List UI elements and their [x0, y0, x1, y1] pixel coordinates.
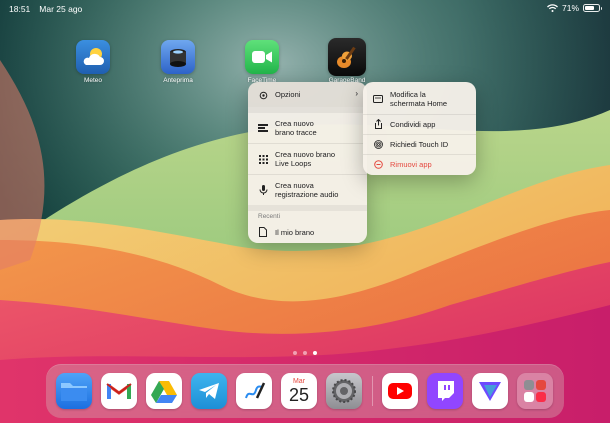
dock-files[interactable] — [56, 373, 92, 409]
submenu-item-remove-app[interactable]: Rimuovi app — [363, 155, 476, 174]
submenu-edit-home-line1: Modifica la — [390, 90, 426, 99]
app-meteo[interactable] — [76, 40, 110, 74]
status-bar: 18:51 Mar 25 ago 71% — [0, 0, 610, 18]
menu-item-new-audio-recording[interactable]: Crea nuova registrazione audio — [248, 175, 367, 205]
youtube-icon — [388, 383, 412, 399]
menu-item-new-live-loops-line2: Live Loops — [275, 159, 312, 168]
files-icon — [61, 383, 87, 401]
microphone-icon — [258, 185, 268, 195]
menu-item-new-tracks-line2: brano tracce — [275, 128, 317, 137]
menu-item-new-live-loops[interactable]: Crea nuovo brano Live Loops — [248, 144, 367, 174]
wifi-icon — [547, 4, 558, 12]
share-icon — [373, 119, 383, 129]
app-library-icon — [524, 380, 546, 402]
menu-item-new-audio-line1: Crea nuova — [275, 181, 314, 190]
dock: Mar 25 — [46, 364, 564, 418]
garageband-icon — [337, 46, 356, 68]
gear-icon — [258, 90, 268, 100]
chevron-right-icon: › — [355, 89, 358, 98]
submenu-remove-app-label: Rimuovi app — [390, 160, 432, 169]
battery-icon — [583, 4, 602, 12]
menu-item-recent-song[interactable]: Il mio brano — [248, 223, 367, 241]
menu-item-options-label: Opzioni — [275, 90, 301, 99]
weather-icon — [83, 48, 104, 65]
submenu-item-touch-id[interactable]: Richiedi Touch ID — [363, 135, 476, 154]
vpn-icon — [479, 382, 501, 401]
calendar-day: 25 — [288, 384, 310, 405]
fingerprint-icon — [373, 139, 383, 149]
menu-item-recent-song-label: Il mio brano — [275, 228, 315, 237]
app-meteo-label: Meteo — [83, 77, 103, 84]
dock-google-drive[interactable] — [146, 373, 182, 409]
dock-youtube[interactable] — [382, 373, 418, 409]
menu-item-new-audio-line2: registrazione audio — [275, 190, 339, 199]
menu-item-new-live-loops-line1: Crea nuovo brano — [275, 150, 336, 159]
submenu-touch-id-label: Richiedi Touch ID — [390, 140, 449, 149]
page-indicator[interactable] — [293, 351, 317, 355]
submenu-share-label: Condividi app — [390, 120, 436, 129]
page-dot-current — [313, 351, 317, 355]
dock-telegram[interactable] — [191, 373, 227, 409]
gmail-icon — [106, 383, 132, 399]
dock-divider — [372, 376, 373, 406]
app-garageband[interactable] — [328, 38, 366, 76]
google-drive-icon — [151, 381, 177, 403]
dock-gmail[interactable] — [101, 373, 137, 409]
twitch-icon — [438, 381, 454, 401]
battery-fill — [585, 6, 595, 10]
dock-app-library[interactable] — [517, 373, 553, 409]
submenu-item-edit-home[interactable]: Modifica la schermata Home — [363, 82, 476, 114]
dock-proton-vpn[interactable] — [472, 373, 508, 409]
grid-icon — [258, 154, 268, 164]
app-anteprima[interactable] — [161, 40, 195, 74]
menu-separator — [248, 205, 367, 211]
app-anteprima-label: Anteprima — [163, 77, 193, 84]
app-facetime[interactable] — [245, 40, 279, 74]
status-date: Mar 25 ago — [39, 4, 83, 14]
context-menu: Opzioni › Crea nuovo brano tracce Crea n… — [248, 82, 367, 243]
remove-icon — [373, 159, 383, 169]
battery-percentage: 71% — [561, 3, 579, 13]
page-dot — [303, 351, 307, 355]
dock-settings[interactable] — [326, 373, 362, 409]
submenu-edit-home-line2: schermata Home — [390, 99, 448, 108]
dock-twitch[interactable] — [427, 373, 463, 409]
options-submenu: Modifica la schermata Home Condividi app… — [363, 82, 476, 175]
freeform-icon — [245, 382, 266, 399]
status-time: 18:51 — [9, 4, 31, 14]
page-dot — [293, 351, 297, 355]
tracks-icon — [258, 123, 268, 133]
document-icon — [258, 227, 268, 237]
facetime-icon — [252, 51, 272, 63]
edit-home-icon — [373, 94, 383, 104]
settings-icon — [332, 379, 356, 403]
telegram-icon — [199, 383, 219, 399]
dock-freeform[interactable] — [236, 373, 272, 409]
menu-item-new-tracks[interactable]: Crea nuovo brano tracce — [248, 113, 367, 143]
preview-icon — [170, 49, 186, 67]
submenu-item-share[interactable]: Condividi app — [363, 115, 476, 134]
menu-item-options[interactable]: Opzioni › — [248, 82, 367, 107]
dock-calendar[interactable]: Mar 25 — [281, 373, 317, 409]
menu-item-new-tracks-line1: Crea nuovo — [275, 119, 314, 128]
recent-header: Recenti — [258, 213, 281, 220]
